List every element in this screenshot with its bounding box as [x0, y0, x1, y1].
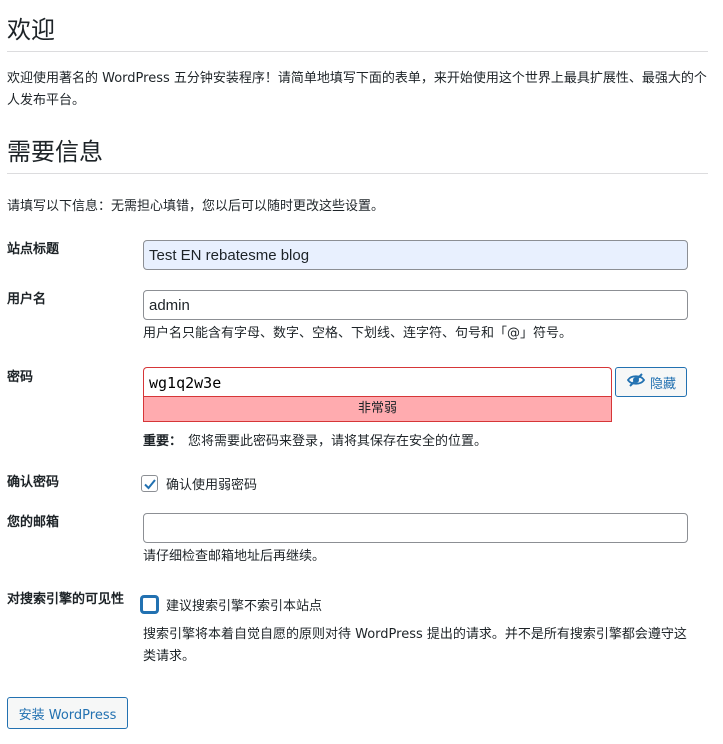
password-label: 密码 — [7, 370, 34, 385]
search-visibility-hint: 搜索引擎将本着自觉自愿的原则对待 WordPress 提出的请求。并不是所有搜索… — [143, 627, 687, 664]
required-info-title: 需要信息 — [7, 138, 103, 166]
confirm-weak-password-row: 确认使用弱密码 — [141, 474, 257, 493]
hide-password-label: 隐藏 — [649, 376, 676, 392]
password-important-note: 重要： 您将需要此密码来登录，请将其保存在安全的位置。 — [143, 431, 487, 453]
important-text: 您将需要此密码来登录，请将其保存在安全的位置。 — [188, 434, 488, 449]
divider — [7, 173, 708, 174]
eye-slash-icon — [626, 370, 646, 394]
email-hint: 请仔细检查邮箱地址后再继续。 — [143, 549, 326, 564]
important-label: 重要： — [143, 434, 183, 449]
password-strength-meter: 非常弱 — [143, 396, 612, 422]
search-visibility-row: 建议搜索引擎不索引本站点 — [141, 595, 322, 614]
username-hint: 用户名只能含有字母、数字、空格、下划线、连字符、句号和「@」符号。 — [143, 326, 573, 341]
confirm-weak-password-checkbox[interactable] — [141, 475, 158, 492]
email-input[interactable] — [143, 513, 688, 543]
checkmark-icon — [143, 478, 156, 489]
welcome-title: 欢迎 — [7, 16, 55, 44]
divider — [7, 51, 708, 52]
confirm-password-label: 确认密码 — [7, 475, 60, 490]
confirm-weak-password-label: 确认使用弱密码 — [166, 478, 258, 493]
username-input[interactable] — [143, 290, 688, 320]
discourage-search-checkbox[interactable] — [141, 596, 158, 613]
site-title-label: 站点标题 — [7, 242, 60, 257]
hide-password-button[interactable]: 隐藏 — [615, 367, 687, 397]
username-label: 用户名 — [7, 292, 47, 307]
required-info-text: 请填写以下信息：无需担心填错，您以后可以随时更改这些设置。 — [7, 199, 385, 214]
install-wordpress-button[interactable]: 安装 WordPress — [7, 697, 128, 729]
search-visibility-label: 对搜索引擎的可见性 — [7, 592, 125, 607]
welcome-intro: 欢迎使用著名的 WordPress 五分钟安装程序！请简单地填写下面的表单，来开… — [7, 71, 707, 108]
discourage-search-label: 建议搜索引擎不索引本站点 — [166, 599, 323, 614]
site-title-input[interactable] — [143, 240, 688, 270]
password-input[interactable] — [143, 367, 612, 397]
email-label: 您的邮箱 — [7, 515, 60, 530]
